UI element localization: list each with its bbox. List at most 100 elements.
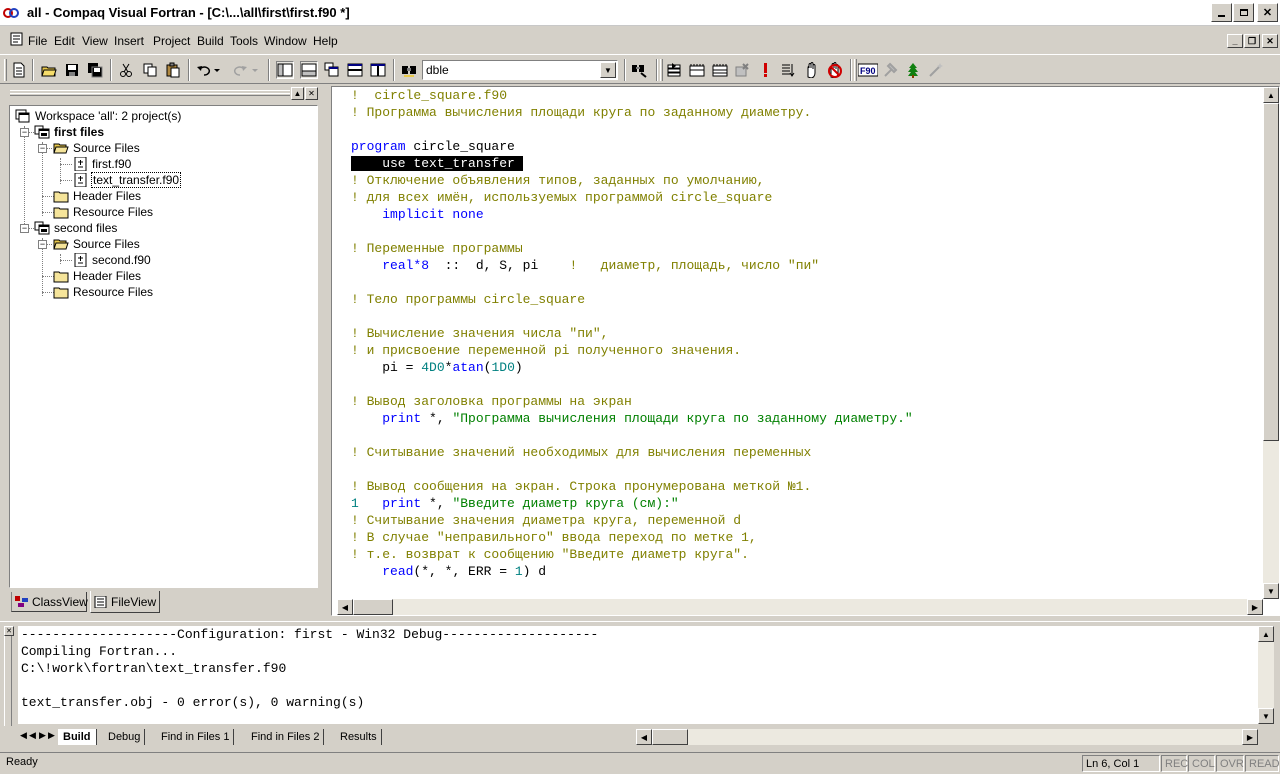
collapse-toggle[interactable]: − xyxy=(20,128,29,137)
collapse-toggle[interactable]: − xyxy=(38,240,47,249)
compile-icon[interactable] xyxy=(665,61,683,79)
tab-find-in-files-2[interactable]: Find in Files 2 xyxy=(247,729,325,745)
workspace-maximize-button[interactable]: ▲ xyxy=(291,87,304,100)
execute-icon[interactable] xyxy=(756,61,774,79)
collapse-toggle[interactable]: − xyxy=(38,144,47,153)
toolbar-grip[interactable] xyxy=(660,59,663,81)
code-line[interactable]: ! Вывод заголовка программы на экран xyxy=(351,393,632,410)
mdi-restore-button[interactable]: ❐ xyxy=(1244,34,1260,48)
tree-project-second[interactable]: second files xyxy=(34,220,118,236)
tab-build[interactable]: Build xyxy=(58,729,97,745)
find-combo-box[interactable]: dble ▼ xyxy=(422,60,618,80)
scroll-up-button[interactable]: ▲ xyxy=(1258,626,1274,642)
find-in-files-icon[interactable] xyxy=(400,61,418,79)
tab-scroll-last-icon[interactable]: ▶ xyxy=(48,730,55,741)
menu-project[interactable]: Project xyxy=(153,34,190,48)
tree-folder-source-files[interactable]: Source Files xyxy=(53,236,141,252)
code-line[interactable]: ! Вывод сообщения на экран. Строка прону… xyxy=(351,478,811,495)
scroll-down-button[interactable]: ▼ xyxy=(1263,583,1279,599)
f90-icon[interactable]: F90 xyxy=(858,61,878,79)
code-line[interactable]: 1 print *, "Введите диаметр круга (см):" xyxy=(351,495,679,512)
scroll-down-button[interactable]: ▼ xyxy=(1258,708,1274,724)
code-line[interactable]: ! Переменные программы xyxy=(351,240,523,257)
scroll-left-button[interactable]: ◀ xyxy=(636,729,652,745)
code-editor[interactable]: ! circle_square.f90 ! Программа вычислени… xyxy=(331,86,1280,616)
tree-folder-resource-files[interactable]: Resource Files xyxy=(53,284,154,300)
compaq-fortran-app-icon[interactable] xyxy=(3,5,19,21)
code-line[interactable]: ! Отключение объявления типов, заданных … xyxy=(351,172,764,189)
scroll-right-button[interactable]: ▶ xyxy=(1242,729,1258,745)
code-line[interactable]: ! circle_square.f90 xyxy=(351,87,507,104)
output-line[interactable]: text_transfer.obj - 0 error(s), 0 warnin… xyxy=(21,694,364,711)
tree-folder-source-files[interactable]: Source Files xyxy=(53,140,141,156)
code-line[interactable]: ! Тело программы circle_square xyxy=(351,291,585,308)
windows-list-icon[interactable] xyxy=(323,61,341,79)
tree-icon[interactable] xyxy=(904,61,922,79)
split-horizontal-icon[interactable] xyxy=(346,61,364,79)
code-line[interactable]: ! т.е. возврат к сообщению "Введите диам… xyxy=(351,546,749,563)
document-system-menu-icon[interactable] xyxy=(10,32,24,46)
code-line[interactable]: ! для всех имён, используемых программой… xyxy=(351,189,772,206)
undo-dropdown-icon[interactable] xyxy=(212,61,222,79)
chevron-down-icon[interactable]: ▼ xyxy=(600,62,616,78)
workspace-icon[interactable] xyxy=(276,61,294,79)
menu-help[interactable]: Help xyxy=(313,34,338,48)
code-line[interactable]: real*8 :: d, S, pi ! диаметр, площадь, ч… xyxy=(351,257,819,274)
code-line[interactable]: ! Программа вычисления площади круга по … xyxy=(351,104,811,121)
scroll-right-button[interactable]: ▶ xyxy=(1247,599,1263,615)
code-line[interactable]: program circle_square xyxy=(351,138,515,155)
code-line[interactable]: ! Считывание значения диаметра круга, пе… xyxy=(351,512,741,529)
menu-tools[interactable]: Tools xyxy=(230,34,258,48)
menu-insert[interactable]: Insert xyxy=(114,34,144,48)
tree-workspace[interactable]: Workspace 'all': 2 project(s) xyxy=(15,108,182,124)
output-vertical-scrollbar[interactable]: ▲ ▼ xyxy=(1258,626,1274,724)
tab-results[interactable]: Results xyxy=(336,729,382,745)
editor-horizontal-scrollbar[interactable]: ◀ ▶ xyxy=(337,599,1263,615)
mdi-close-button[interactable]: ✕ xyxy=(1262,34,1278,48)
find-icon[interactable] xyxy=(630,61,648,79)
tree-file-first-f90[interactable]: first.f90 xyxy=(72,156,132,172)
toolbar-grip[interactable] xyxy=(4,59,7,81)
code-line[interactable]: ! Считывание значений необходимых для вы… xyxy=(351,444,811,461)
go-icon[interactable] xyxy=(779,61,797,79)
toolbar-grip[interactable] xyxy=(854,59,857,81)
close-button[interactable]: ✕ xyxy=(1257,3,1278,22)
cut-icon[interactable] xyxy=(117,61,135,79)
wand-icon[interactable] xyxy=(927,61,945,79)
output-icon[interactable] xyxy=(300,61,318,79)
code-line[interactable]: use text_transfer xyxy=(351,155,523,172)
output-text[interactable]: --------------------Configuration: first… xyxy=(18,626,1258,724)
find-combo-value[interactable]: dble xyxy=(426,63,449,77)
scroll-left-button[interactable]: ◀ xyxy=(337,599,353,615)
save-all-icon[interactable] xyxy=(86,61,104,79)
menu-view[interactable]: View xyxy=(82,34,108,48)
undo-icon[interactable] xyxy=(195,61,213,79)
code-line[interactable]: pi = 4D0*atan(1D0) xyxy=(351,359,522,376)
rebuild-icon[interactable] xyxy=(711,61,729,79)
paste-icon[interactable] xyxy=(164,61,182,79)
collapse-toggle[interactable]: − xyxy=(20,224,29,233)
code-line[interactable]: ! В случае "неправильного" ввода переход… xyxy=(351,529,757,546)
file-tree[interactable]: − − − − Workspace 'all': 2 project(s) fi… xyxy=(9,105,318,588)
tab-classview[interactable]: ClassView xyxy=(11,592,88,612)
menu-build[interactable]: Build xyxy=(197,34,224,48)
scroll-thumb[interactable] xyxy=(1263,103,1279,441)
tree-folder-resource-files[interactable]: Resource Files xyxy=(53,204,154,220)
tab-find-in-files-1[interactable]: Find in Files 1 xyxy=(157,729,235,745)
code-line[interactable]: read(*, *, ERR = 1) d xyxy=(351,563,546,577)
output-close-button[interactable]: ✕ xyxy=(4,626,14,636)
tree-file-second-f90[interactable]: second.f90 xyxy=(72,252,152,268)
open-icon[interactable] xyxy=(40,61,58,79)
redo-icon[interactable] xyxy=(231,61,249,79)
menu-file[interactable]: File xyxy=(28,34,47,48)
restore-button[interactable] xyxy=(1233,3,1254,22)
workspace-grip[interactable] xyxy=(10,93,290,96)
tab-debug[interactable]: Debug xyxy=(104,729,146,745)
scroll-thumb[interactable] xyxy=(353,599,393,615)
tools-icon[interactable] xyxy=(881,61,899,79)
mdi-minimize-button[interactable]: _ xyxy=(1227,34,1243,48)
stop-build-icon[interactable] xyxy=(733,61,751,79)
code-line[interactable]: print *, "Программа вычисления площади к… xyxy=(351,410,913,427)
output-horizontal-scrollbar[interactable]: ◀ ▶ xyxy=(636,729,1258,745)
output-grip[interactable] xyxy=(4,626,12,726)
